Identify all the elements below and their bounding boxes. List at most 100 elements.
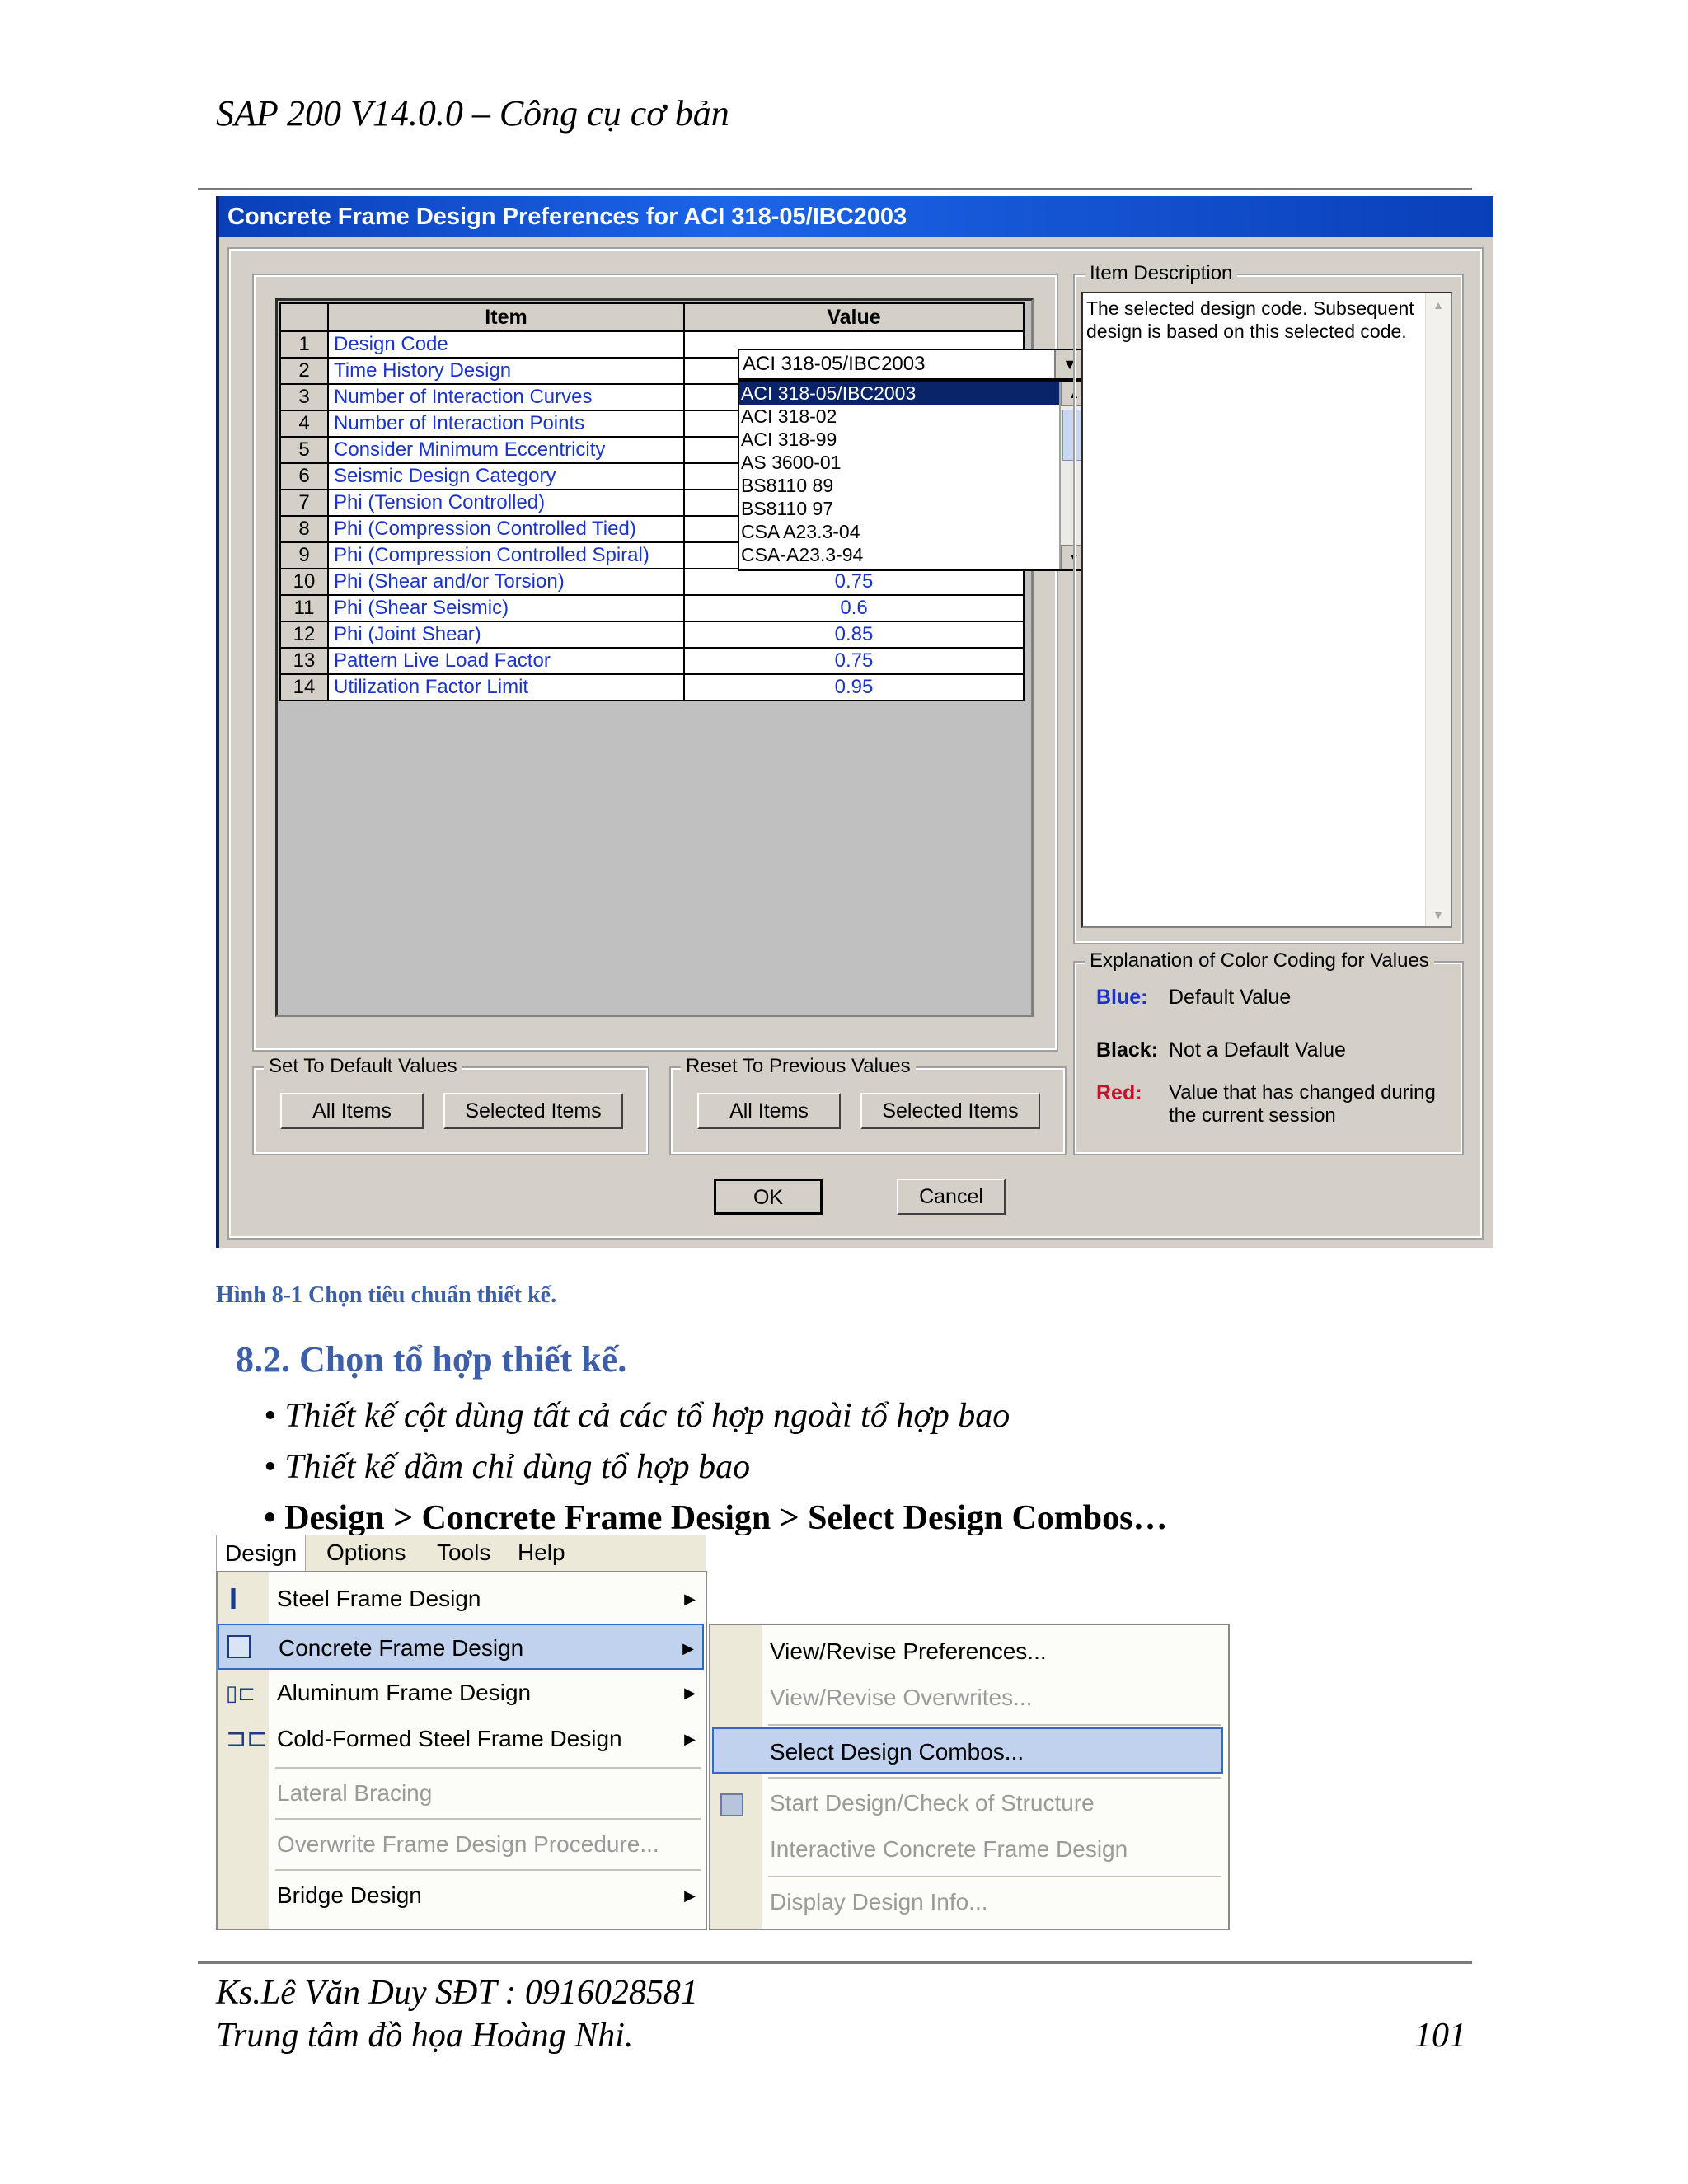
design-code-option[interactable]: ACI 318-99 bbox=[739, 428, 1089, 451]
item-description-box: The selected design code. Subsequent des… bbox=[1081, 292, 1452, 928]
row-item[interactable]: Utilization Factor Limit bbox=[327, 673, 685, 701]
design-code-option[interactable]: ACI 318-05/IBC2003 bbox=[739, 382, 1089, 405]
default-selected-items-button[interactable]: Selected Items bbox=[443, 1093, 623, 1129]
row-value[interactable]: 0.75 bbox=[683, 647, 1025, 675]
color-black-key: Black: bbox=[1096, 1038, 1159, 1062]
row-item[interactable]: Time History Design bbox=[327, 357, 685, 385]
design-code-option[interactable]: BS8110 97 bbox=[739, 497, 1089, 520]
design-code-option[interactable]: CSA-A23.3-94 bbox=[739, 543, 1089, 566]
menu-separator bbox=[768, 1777, 1221, 1779]
bullet-3-text: Design > Concrete Frame Design > Select … bbox=[284, 1499, 1168, 1537]
color-red-key: Red: bbox=[1096, 1081, 1142, 1104]
grid-header-value: Value bbox=[683, 302, 1025, 332]
design-menu-screenshot: Design Options Tools Help I Steel Frame … bbox=[216, 1535, 1231, 1930]
row-item[interactable]: Pattern Live Load Factor bbox=[327, 647, 685, 675]
header-rule bbox=[198, 188, 1472, 190]
design-code-selected: ACI 318-05/IBC2003 bbox=[743, 353, 926, 375]
row-value[interactable]: 0.85 bbox=[683, 621, 1025, 649]
footer-author: Ks.Lê Văn Duy SĐT : 0916028581 bbox=[216, 1974, 698, 2012]
row-value[interactable]: 0.6 bbox=[683, 594, 1025, 622]
row-number: 14 bbox=[279, 673, 329, 701]
row-number: 12 bbox=[279, 621, 329, 649]
table-row[interactable]: 14 Utilization Factor Limit 0.95 bbox=[279, 673, 1025, 701]
reset-selected-items-button[interactable]: Selected Items bbox=[860, 1093, 1040, 1129]
table-row[interactable]: 10 Phi (Shear and/or Torsion) 0.75 bbox=[279, 568, 1025, 596]
menu-tools[interactable]: Tools bbox=[437, 1535, 490, 1571]
table-row[interactable]: 12 Phi (Joint Shear) 0.85 bbox=[279, 621, 1025, 649]
row-item[interactable]: Number of Interaction Points bbox=[327, 410, 685, 438]
menu-item-aluminum-frame-design[interactable]: ▯⊏ Aluminum Frame Design ▶ bbox=[218, 1670, 704, 1716]
dialog-title: Concrete Frame Design Preferences for AC… bbox=[219, 196, 1493, 237]
item-description-label: Item Description bbox=[1085, 262, 1238, 285]
description-scrollbar[interactable]: ▲ ▼ bbox=[1425, 293, 1451, 926]
menu-item-bridge-design[interactable]: Bridge Design ▶ bbox=[218, 1872, 704, 1919]
description-scroll-down-icon[interactable]: ▼ bbox=[1426, 903, 1451, 926]
row-item[interactable]: Phi (Compression Controlled Tied) bbox=[327, 515, 685, 543]
menu-help[interactable]: Help bbox=[518, 1535, 565, 1571]
item-description-text: The selected design code. Subsequent des… bbox=[1086, 298, 1414, 342]
submenu-item-interactive-concrete-frame-design: Interactive Concrete Frame Design bbox=[770, 1836, 1128, 1862]
set-default-label: Set To Default Values bbox=[264, 1055, 462, 1078]
submenu-arrow-icon: ▶ bbox=[684, 1591, 696, 1607]
design-code-dropdown-list[interactable]: ACI 318-05/IBC2003 ACI 318-02 ACI 318-99 AS… bbox=[738, 380, 1090, 571]
row-number: 9 bbox=[279, 541, 329, 569]
submenu-arrow-icon: ▶ bbox=[682, 1640, 694, 1657]
description-scroll-up-icon[interactable]: ▲ bbox=[1426, 293, 1451, 316]
row-item[interactable]: Phi (Shear Seismic) bbox=[327, 594, 685, 622]
submenu-item-display-design-info: Display Design Info... bbox=[770, 1889, 988, 1915]
row-item[interactable]: Phi (Tension Controlled) bbox=[327, 489, 685, 517]
cancel-button[interactable]: Cancel bbox=[897, 1179, 1006, 1215]
menu-design[interactable]: Design bbox=[216, 1535, 307, 1572]
row-item[interactable]: Consider Minimum Eccentricity bbox=[327, 436, 685, 464]
footer-center: Trung tâm đồ họa Hoàng Nhi. bbox=[216, 2017, 634, 2055]
start-design-icon bbox=[720, 1793, 743, 1816]
concrete-section-icon bbox=[227, 1635, 251, 1658]
submenu-arrow-icon: ▶ bbox=[684, 1685, 696, 1701]
row-number: 7 bbox=[279, 489, 329, 517]
row-number: 10 bbox=[279, 568, 329, 596]
menu-options[interactable]: Options bbox=[326, 1535, 406, 1571]
aluminum-section-icon: ▯⊏ bbox=[226, 1680, 256, 1705]
design-code-combobox[interactable]: ACI 318-05/IBC2003 ▼ bbox=[738, 349, 1085, 380]
design-code-option[interactable]: CSA A23.3-04 bbox=[739, 520, 1089, 543]
table-row[interactable]: 11 Phi (Shear Seismic) 0.6 bbox=[279, 594, 1025, 622]
row-item[interactable]: Design Code bbox=[327, 330, 685, 359]
page-header: SAP 200 V14.0.0 – Công cụ cơ bản bbox=[216, 93, 729, 134]
row-item[interactable]: Phi (Shear and/or Torsion) bbox=[327, 568, 685, 596]
submenu-arrow-icon: ▶ bbox=[684, 1731, 696, 1747]
row-item[interactable]: Seismic Design Category bbox=[327, 462, 685, 490]
menu-item-concrete-frame-design[interactable]: Concrete Frame Design ▶ bbox=[218, 1624, 704, 1670]
bullet-2: • Thiết kế dầm chỉ dùng tổ hợp bao bbox=[264, 1448, 751, 1486]
reset-all-items-button[interactable]: All Items bbox=[697, 1093, 841, 1129]
design-preferences-dialog: Concrete Frame Design Preferences for AC… bbox=[216, 196, 1493, 1248]
design-code-option[interactable]: BS8110 89 bbox=[739, 474, 1089, 497]
row-number: 13 bbox=[279, 647, 329, 675]
design-code-option[interactable]: AS 3600-01 bbox=[739, 451, 1089, 474]
default-all-items-button[interactable]: All Items bbox=[280, 1093, 424, 1129]
bullet-1: • Thiết kế cột dùng tất cả các tổ hợp ng… bbox=[264, 1397, 1010, 1435]
submenu-item-select-design-combos[interactable]: Select Design Combos... bbox=[712, 1727, 1223, 1774]
grid-corner bbox=[279, 302, 329, 332]
ok-button[interactable]: OK bbox=[714, 1179, 823, 1215]
row-number: 2 bbox=[279, 357, 329, 385]
row-value[interactable]: 0.95 bbox=[683, 673, 1025, 701]
menu-item-steel-frame-design[interactable]: I Steel Frame Design ▶ bbox=[218, 1576, 704, 1622]
menu-separator bbox=[768, 1876, 1221, 1877]
row-number: 4 bbox=[279, 410, 329, 438]
grid-header-item: Item bbox=[327, 302, 685, 332]
submenu-item-view-revise-preferences[interactable]: View/Revise Preferences... bbox=[710, 1629, 1226, 1675]
row-number: 1 bbox=[279, 330, 329, 359]
concrete-frame-design-submenu: View/Revise Preferences... View/Revise O… bbox=[709, 1624, 1230, 1930]
design-menu: I Steel Frame Design ▶ Concrete Frame De… bbox=[216, 1571, 707, 1930]
row-number: 3 bbox=[279, 383, 329, 411]
menu-separator bbox=[275, 1767, 701, 1769]
menu-separator bbox=[275, 1869, 701, 1871]
row-item[interactable]: Phi (Compression Controlled Spiral) bbox=[327, 541, 685, 569]
row-value[interactable]: 0.75 bbox=[683, 568, 1025, 596]
row-item[interactable]: Phi (Joint Shear) bbox=[327, 621, 685, 649]
color-coding-label: Explanation of Color Coding for Values bbox=[1085, 949, 1434, 972]
menu-item-cold-formed-steel-frame-design[interactable]: ⊐⊏ Cold-Formed Steel Frame Design ▶ bbox=[218, 1716, 704, 1762]
row-item[interactable]: Number of Interaction Curves bbox=[327, 383, 685, 411]
table-row[interactable]: 13 Pattern Live Load Factor 0.75 bbox=[279, 647, 1025, 675]
design-code-option[interactable]: ACI 318-02 bbox=[739, 405, 1089, 428]
